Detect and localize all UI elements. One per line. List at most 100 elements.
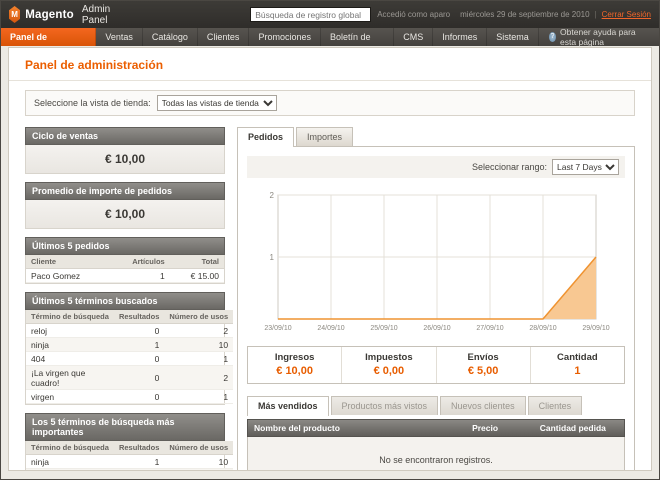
column-header: Término de búsqueda	[26, 441, 114, 455]
svg-text:28/09/10: 28/09/10	[529, 325, 556, 332]
nav-item-catalog[interactable]: Catálogo	[143, 28, 198, 46]
stat-quantity: Cantidad 1	[530, 347, 624, 383]
page-header: Panel de administración	[9, 48, 651, 81]
top-search-terms-table: Término de búsqueda Resultados Número de…	[26, 441, 233, 471]
nav-item-customers[interactable]: Clientes	[198, 28, 250, 46]
help-link[interactable]: Obtener ayuda para esta página	[539, 28, 659, 46]
table-cell: virgen	[26, 390, 114, 404]
tab-bestsellers[interactable]: Más vendidos	[247, 396, 329, 416]
tab-new-customers[interactable]: Nuevos clientes	[440, 396, 526, 415]
stat-value: € 10,00	[248, 365, 341, 377]
table-cell: 0	[114, 324, 164, 338]
stat-shipping: Envíos € 5,00	[436, 347, 530, 383]
column-header: Número de usos	[164, 441, 233, 455]
table-cell: 2	[164, 324, 233, 338]
svg-text:2: 2	[270, 191, 275, 200]
table-cell: 0	[114, 390, 164, 404]
svg-text:26/09/10: 26/09/10	[423, 325, 450, 332]
table-cell: 0	[114, 366, 164, 390]
last-search-terms-box: Últimos 5 términos buscados Término de b…	[25, 292, 225, 405]
last-search-terms-table: Término de búsqueda Resultados Número de…	[26, 310, 233, 404]
nav-item-reports[interactable]: Informes	[433, 28, 487, 46]
magento-logo-icon	[9, 6, 20, 23]
range-select[interactable]: Last 7 Days	[552, 159, 619, 175]
table-row[interactable]: reloj02	[26, 324, 233, 338]
column-header: Precio	[466, 420, 534, 436]
average-orders-box: Promedio de importe de pedidos € 10,00	[25, 182, 225, 229]
nav-item-promotions[interactable]: Promociones	[249, 28, 321, 46]
logged-in-as: Accedió como aparo	[377, 10, 450, 19]
table-cell: € 15.00	[170, 269, 224, 283]
table-row[interactable]: 40401	[26, 352, 233, 366]
nav-item-sales[interactable]: Ventas	[96, 28, 143, 46]
svg-text:24/09/10: 24/09/10	[317, 325, 344, 332]
svg-text:25/09/10: 25/09/10	[370, 325, 397, 332]
stat-revenue: Ingresos € 10,00	[248, 347, 341, 383]
stat-label: Impuestos	[342, 352, 435, 363]
magento-admin-window: Magento Admin Panel Accedió como aparo m…	[0, 0, 660, 480]
column-header: Artículos	[110, 255, 170, 269]
range-label: Seleccionar rango:	[472, 162, 547, 172]
table-cell: 1	[164, 390, 233, 404]
table-cell: ¡La virgen que cuadro!	[26, 366, 114, 390]
store-view-label: Seleccione la vista de tienda:	[34, 98, 151, 108]
dashboard-main: Pedidos Importes Seleccionar rango: Last…	[237, 127, 635, 471]
table-cell: ninja	[26, 455, 114, 469]
stat-label: Cantidad	[531, 352, 624, 363]
products-grid-empty: No se encontraron registros.	[247, 437, 625, 471]
top-search-terms-box: Los 5 términos de búsqueda más important…	[25, 413, 225, 471]
session-info: Accedió como aparo miércoles 29 de septi…	[377, 10, 651, 19]
table-row[interactable]: virgen01	[26, 390, 233, 404]
help-label: Obtener ayuda para esta página	[560, 27, 649, 47]
top-header: Magento Admin Panel Accedió como aparo m…	[1, 1, 659, 28]
last-orders-title: Últimos 5 pedidos	[25, 237, 225, 255]
table-cell: 1	[114, 455, 164, 469]
table-cell: 0	[114, 352, 164, 366]
table-cell: 1	[110, 269, 170, 283]
table-row[interactable]: ninja110	[26, 338, 233, 352]
global-search-input[interactable]	[250, 7, 371, 22]
tab-most-viewed[interactable]: Productos más vistos	[331, 396, 439, 415]
table-row[interactable]: reloj02	[26, 469, 233, 472]
nav-item-newsletter[interactable]: Boletín de noticias	[321, 28, 394, 46]
chart-area: 1223/09/1024/09/1025/09/1026/09/1027/09/…	[247, 187, 625, 337]
store-view-switcher: Seleccione la vista de tienda: Todas las…	[25, 90, 635, 116]
svg-text:23/09/10: 23/09/10	[264, 325, 291, 332]
table-cell: 10	[164, 338, 233, 352]
table-cell: reloj	[26, 469, 114, 472]
tab-amounts[interactable]: Importes	[296, 127, 353, 146]
logout-link[interactable]: Cerrar Sesión	[602, 10, 651, 19]
chart-panel: Seleccionar rango: Last 7 Days 1223/09/1…	[237, 146, 635, 471]
top-search-terms-title: Los 5 términos de búsqueda más important…	[25, 413, 225, 441]
table-row[interactable]: Paco Gomez1€ 15.00	[26, 269, 224, 283]
svg-text:27/09/10: 27/09/10	[476, 325, 503, 332]
products-tabs: Más vendidos Productos más vistos Nuevos…	[247, 396, 625, 415]
table-row[interactable]: ¡La virgen que cuadro!02	[26, 366, 233, 390]
orders-chart: 1223/09/1024/09/1025/09/1026/09/1027/09/…	[260, 187, 612, 337]
dashboard-sidebar: Ciclo de ventas € 10,00 Promedio de impo…	[25, 127, 225, 471]
table-row[interactable]: ninja110	[26, 455, 233, 469]
products-grid-header: Nombre del producto Precio Cantidad pedi…	[247, 419, 625, 437]
chart-toolbar: Seleccionar rango: Last 7 Days	[247, 156, 625, 178]
magento-logo: Magento Admin Panel	[9, 4, 124, 26]
stat-value: € 5,00	[437, 365, 530, 377]
lifetime-sales-value: € 10,00	[25, 145, 225, 174]
svg-text:29/09/10: 29/09/10	[582, 325, 609, 332]
column-header: Nombre del producto	[248, 420, 466, 436]
last-search-terms-title: Últimos 5 términos buscados	[25, 292, 225, 310]
tab-customers[interactable]: Clientes	[528, 396, 583, 415]
column-header: Cantidad pedida	[534, 420, 624, 436]
table-cell: 2	[164, 366, 233, 390]
store-view-select[interactable]: Todas las vistas de tienda	[157, 95, 277, 111]
nav-item-dashboard[interactable]: Panel de administración	[1, 28, 96, 46]
chart-tabs: Pedidos Importes	[237, 127, 635, 146]
stat-tax: Impuestos € 0,00	[341, 347, 435, 383]
tab-orders[interactable]: Pedidos	[237, 127, 294, 147]
column-header: Cliente	[26, 255, 110, 269]
nav-item-cms[interactable]: CMS	[394, 28, 433, 46]
session-separator: |	[595, 10, 597, 19]
nav-item-system[interactable]: Sistema	[487, 28, 539, 46]
table-cell: 10	[164, 455, 233, 469]
column-header: Resultados	[114, 310, 164, 324]
stat-value: € 0,00	[342, 365, 435, 377]
